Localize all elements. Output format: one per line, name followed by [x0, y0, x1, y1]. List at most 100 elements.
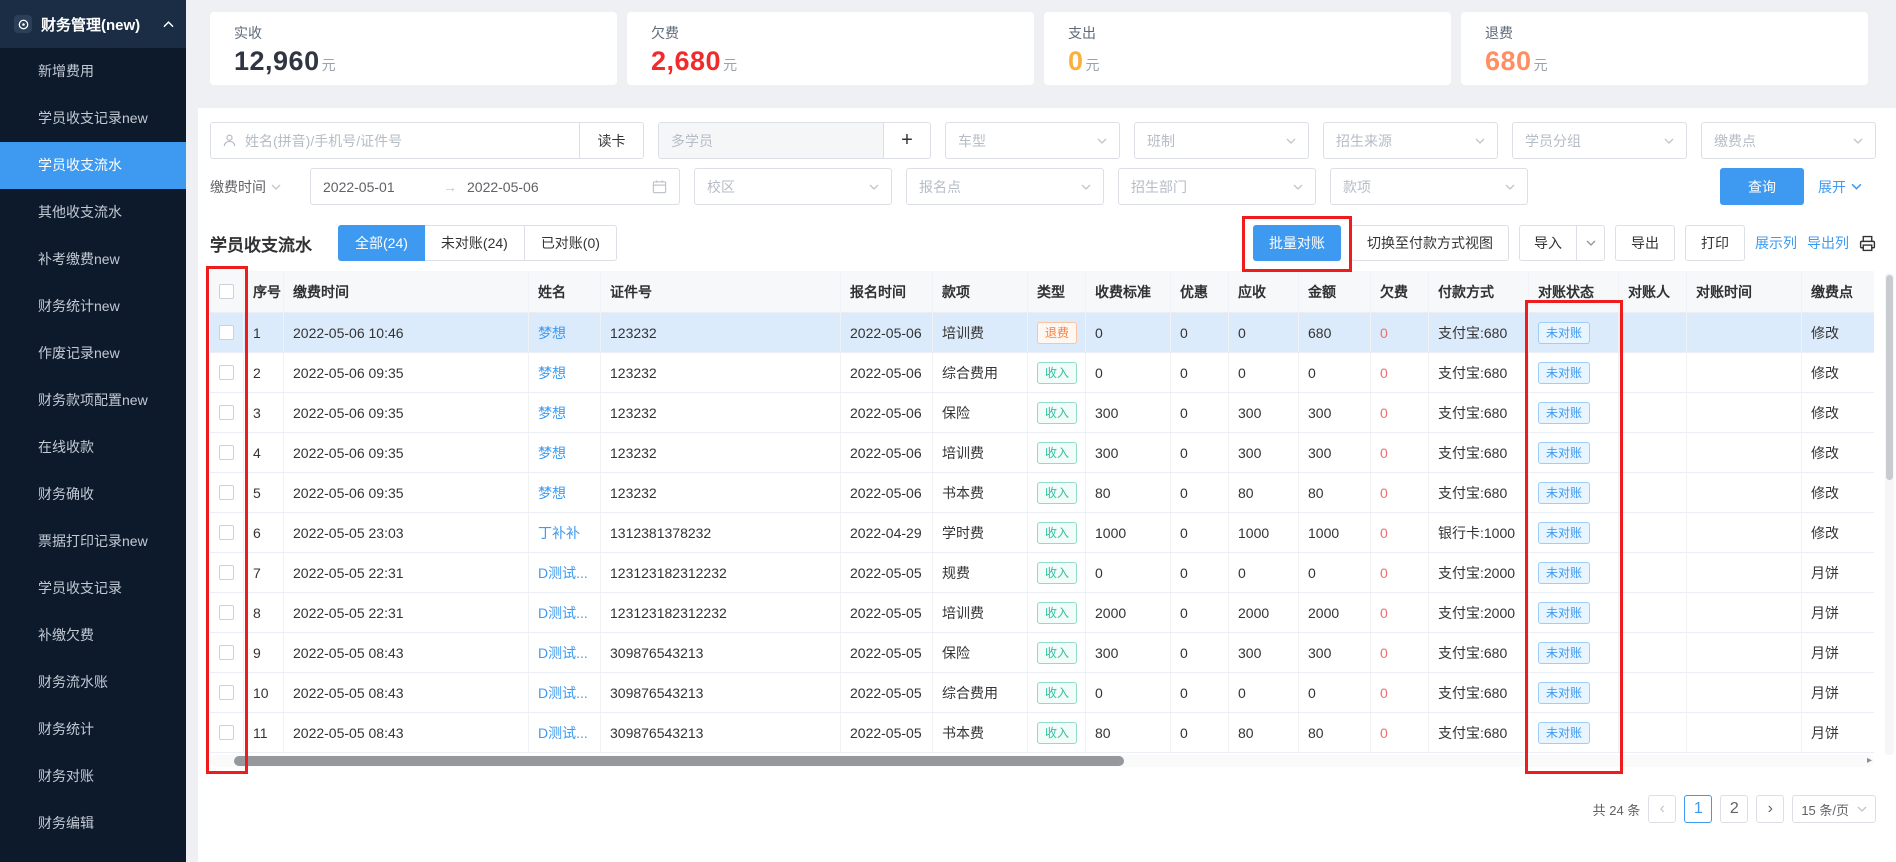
date-range-picker[interactable]: 2022-05-01 → 2022-05-06: [310, 168, 680, 205]
sidebar-item[interactable]: 学员收支记录new: [0, 95, 186, 142]
sidebar-item[interactable]: 学员收支流水: [0, 142, 186, 189]
reconcile-status-badge[interactable]: 未对账: [1538, 722, 1590, 744]
student-name-link[interactable]: D测试...: [538, 563, 588, 583]
student-name-link[interactable]: 梦想: [538, 403, 566, 423]
sidebar-header[interactable]: 财务管理(new): [0, 0, 186, 48]
import-button[interactable]: 导入: [1519, 225, 1577, 261]
add-student-button[interactable]: +: [883, 123, 930, 158]
next-page-button[interactable]: ›: [1756, 795, 1784, 823]
tab-全部(24)[interactable]: 全部(24): [338, 225, 425, 261]
multi-student-input[interactable]: 多学员: [659, 123, 883, 158]
show-columns-link[interactable]: 展示列: [1755, 233, 1797, 253]
row-checkbox[interactable]: [219, 685, 234, 700]
sidebar-item[interactable]: 财务统计: [0, 706, 186, 753]
reconcile-status-badge[interactable]: 未对账: [1538, 322, 1590, 344]
read-card-button[interactable]: 读卡: [579, 123, 643, 158]
print-button[interactable]: 打印: [1685, 225, 1745, 261]
sidebar-item[interactable]: 其他收支流水: [0, 189, 186, 236]
student-name-link[interactable]: 梦想: [538, 443, 566, 463]
reconcile-status-badge[interactable]: 未对账: [1538, 442, 1590, 464]
page-button-1[interactable]: 1: [1684, 795, 1712, 823]
sidebar-item[interactable]: 财务确收: [0, 471, 186, 518]
reconcile-status-badge[interactable]: 未对账: [1538, 682, 1590, 704]
row-checkbox[interactable]: [219, 325, 234, 340]
student-name-link[interactable]: D测试...: [538, 683, 588, 703]
row-checkbox[interactable]: [219, 405, 234, 420]
filter-select-缴费点[interactable]: 缴费点: [1701, 122, 1876, 159]
switch-view-button[interactable]: 切换至付款方式视图: [1351, 225, 1509, 261]
tab-未对账(24)[interactable]: 未对账(24): [424, 225, 525, 261]
row-checkbox[interactable]: [219, 565, 234, 580]
sidebar-item[interactable]: 财务款项配置new: [0, 377, 186, 424]
filter-select-车型[interactable]: 车型: [945, 122, 1120, 159]
sidebar-item[interactable]: 新增费用: [0, 48, 186, 95]
sidebar-item[interactable]: 学员收支记录: [0, 565, 186, 612]
export-columns-link[interactable]: 导出列: [1807, 233, 1849, 253]
cell: 0: [1086, 553, 1171, 592]
chevron-up-icon[interactable]: [163, 20, 174, 28]
pay-time-type-select[interactable]: 缴费时间: [210, 168, 296, 205]
student-name-link[interactable]: 梦想: [538, 323, 566, 343]
prev-page-button[interactable]: ‹: [1648, 795, 1676, 823]
reconcile-status-badge[interactable]: 未对账: [1538, 562, 1590, 584]
export-button[interactable]: 导出: [1615, 225, 1675, 261]
cell: [1687, 713, 1802, 752]
filter-select-学员分组[interactable]: 学员分组: [1512, 122, 1687, 159]
filter-select-校区[interactable]: 校区: [694, 168, 892, 205]
row-checkbox[interactable]: [219, 365, 234, 380]
student-name-link[interactable]: 丁补补: [538, 523, 580, 543]
income-type-badge: 收入: [1037, 682, 1077, 704]
sidebar-item[interactable]: 补缴欠费: [0, 612, 186, 659]
vertical-scrollbar-thumb[interactable]: [1886, 275, 1893, 480]
scroll-right-arrow-icon[interactable]: ▸: [1867, 755, 1872, 767]
reconcile-status-badge[interactable]: 未对账: [1538, 642, 1590, 664]
student-name-link[interactable]: D测试...: [538, 603, 588, 623]
reconcile-status-badge[interactable]: 未对账: [1538, 362, 1590, 384]
query-button[interactable]: 查询: [1720, 168, 1804, 205]
student-name-link[interactable]: D测试...: [538, 723, 588, 743]
sidebar-item[interactable]: 财务对账: [0, 753, 186, 800]
cell: 2022-05-06: [841, 393, 933, 432]
batch-reconcile-button[interactable]: 批量对账: [1253, 225, 1341, 261]
row-checkbox[interactable]: [219, 485, 234, 500]
filter-select-报名点[interactable]: 报名点: [906, 168, 1104, 205]
reconcile-status-badge[interactable]: 未对账: [1538, 402, 1590, 424]
filter-select-招生来源[interactable]: 招生来源: [1323, 122, 1498, 159]
select-all-checkbox[interactable]: [219, 284, 234, 299]
sidebar-item[interactable]: 票据打印记录new: [0, 518, 186, 565]
sidebar-item[interactable]: 财务统计new: [0, 283, 186, 330]
row-checkbox[interactable]: [219, 525, 234, 540]
row-checkbox[interactable]: [219, 445, 234, 460]
reconcile-status-badge[interactable]: 未对账: [1538, 602, 1590, 624]
student-name-link[interactable]: 梦想: [538, 483, 566, 503]
reconcile-status-badge[interactable]: 未对账: [1538, 522, 1590, 544]
page-size-select[interactable]: 15 条/页: [1792, 795, 1876, 823]
filter-select-班制[interactable]: 班制: [1134, 122, 1309, 159]
expand-label: 展开: [1818, 177, 1846, 197]
row-checkbox[interactable]: [219, 725, 234, 740]
search-input[interactable]: [211, 123, 579, 158]
horizontal-scrollbar-thumb[interactable]: [234, 756, 1124, 766]
import-caret-button[interactable]: [1577, 225, 1605, 261]
printer-icon[interactable]: [1859, 235, 1876, 252]
student-name-link[interactable]: D测试...: [538, 643, 588, 663]
filter-select-招生部门[interactable]: 招生部门: [1118, 168, 1316, 205]
expand-link[interactable]: 展开: [1818, 168, 1876, 205]
horizontal-scrollbar[interactable]: ▸: [210, 755, 1874, 767]
filter-select-款项[interactable]: 款项: [1330, 168, 1528, 205]
reconcile-status-badge[interactable]: 未对账: [1538, 482, 1590, 504]
pay-time-label: 缴费时间: [210, 177, 266, 197]
sidebar-item[interactable]: 补考缴费new: [0, 236, 186, 283]
vertical-scrollbar[interactable]: [1885, 273, 1894, 755]
sidebar-item[interactable]: 在线收款: [0, 424, 186, 471]
page-button-2[interactable]: 2: [1720, 795, 1748, 823]
sidebar-item[interactable]: 财务编辑: [0, 800, 186, 847]
sidebar-item[interactable]: 作废记录new: [0, 330, 186, 377]
row-checkbox[interactable]: [219, 645, 234, 660]
tab-已对账(0)[interactable]: 已对账(0): [524, 225, 617, 261]
table-header: 序号缴费时间姓名证件号报名时间款项类型收费标准优惠应收金额欠费付款方式对账状态对…: [210, 271, 1874, 313]
sidebar-item[interactable]: 财务流水账: [0, 659, 186, 706]
row-checkbox[interactable]: [219, 605, 234, 620]
student-name-link[interactable]: 梦想: [538, 363, 566, 383]
cell: 0: [1086, 313, 1171, 352]
